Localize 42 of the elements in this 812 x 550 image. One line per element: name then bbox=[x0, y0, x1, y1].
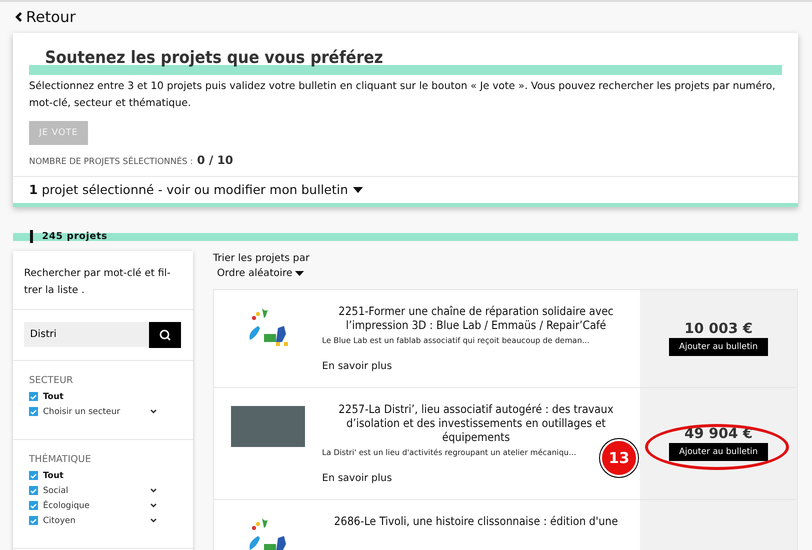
checkbox[interactable] bbox=[29, 516, 38, 525]
chevron-down-icon bbox=[150, 409, 157, 414]
sort-label: Trier les projets par bbox=[213, 253, 310, 264]
filter-option[interactable]: Tout bbox=[29, 389, 177, 404]
chevron-down-icon bbox=[150, 488, 157, 493]
add-to-ballot-button[interactable]: Ajouter au bulletin bbox=[669, 443, 768, 461]
project-title[interactable]: 2251-Former une chaîne de réparation solidaire avec l’impression 3D : Blue Lab / Emmaüs / Repair’Café bbox=[322, 304, 630, 332]
sort-dropdown[interactable]: Ordre aléatoire bbox=[213, 264, 308, 283]
checkbox[interactable] bbox=[29, 471, 38, 480]
back-link[interactable]: Retour bbox=[15, 7, 76, 27]
project-title[interactable]: 2686-Le Tivoli, une histoire clissonnaise : édition d'une bbox=[322, 514, 630, 528]
search-field[interactable]: Distri bbox=[24, 322, 149, 347]
chevron-down-icon bbox=[150, 518, 157, 523]
search-button[interactable] bbox=[149, 322, 181, 348]
add-to-ballot-button[interactable]: Ajouter au bulletin bbox=[669, 338, 768, 356]
caret-icon bbox=[295, 271, 304, 276]
filter-option[interactable]: Écologique bbox=[29, 498, 177, 513]
more-link[interactable]: En savoir plus bbox=[322, 361, 392, 372]
step-marker: 13 bbox=[600, 439, 638, 477]
filter-intro: Rechercher par mot-clé et fil-trer la liste . bbox=[13, 251, 193, 310]
checkbox[interactable] bbox=[29, 486, 38, 495]
results-count: 245 projets bbox=[30, 230, 108, 243]
selection-count-label: NOMBRE DE PROJETS SÉLECTIONNÉS : bbox=[29, 157, 193, 167]
filter-option[interactable]: Social bbox=[29, 483, 177, 498]
page-heading: Soutenez les projets que vous préférez bbox=[45, 47, 384, 69]
intro-paragraph: Sélectionnez entre 3 et 10 projets puis validez votre bulletin en cliquant sur le bouton « Je vote ». Vous pouvez rechercher les projets par numéro, mot-clé, secteur et thématique. bbox=[29, 80, 776, 111]
chevron-down-icon bbox=[150, 503, 157, 508]
filter-option[interactable]: Citoyen bbox=[29, 513, 177, 528]
chevron-left-icon bbox=[15, 12, 22, 22]
filter-heading: THÉMATIQUE bbox=[29, 454, 92, 465]
filter-option[interactable]: Choisir un secteur bbox=[29, 404, 177, 419]
selection-count: 0 / 10 bbox=[196, 153, 234, 167]
checkbox[interactable] bbox=[29, 407, 38, 416]
checkbox[interactable] bbox=[29, 501, 38, 510]
filter-heading: SECTEUR bbox=[29, 375, 74, 386]
caret-icon bbox=[353, 186, 364, 192]
project-amount: 10 003 € bbox=[684, 321, 753, 337]
filter-option[interactable]: Tout bbox=[29, 468, 177, 483]
search-icon bbox=[159, 329, 171, 341]
checkbox[interactable] bbox=[29, 392, 38, 401]
ballot-toggle[interactable]: 1 projet sélectionné - voir ou modifier mon bulletin bbox=[13, 176, 798, 203]
more-link[interactable]: En savoir plus bbox=[322, 473, 392, 484]
